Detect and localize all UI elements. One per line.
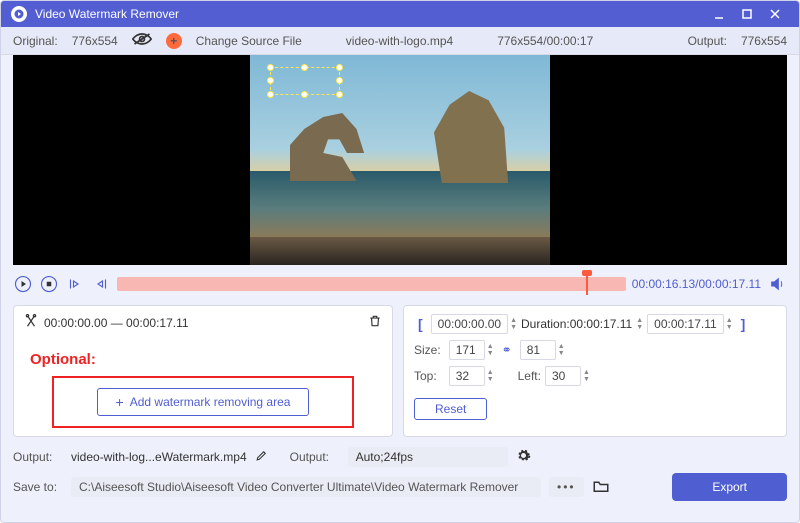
volume-button[interactable] [767,274,787,294]
reset-button[interactable]: Reset [414,398,487,420]
resize-handle[interactable] [336,91,343,98]
output-label: Output: [688,34,727,48]
titlebar: Video Watermark Remover [1,1,799,27]
width-input[interactable]: 171 [449,340,485,360]
left-spinner[interactable]: ▲▼ [583,369,590,383]
end-time-spinner[interactable]: ▲▼ [726,317,733,331]
top-label: Top: [414,369,441,383]
size-label: Size: [414,343,441,357]
height-spinner[interactable]: ▲▼ [558,343,565,357]
duration-spinner[interactable]: ▲▼ [636,317,643,331]
output-format-field[interactable]: Auto;24fps [348,447,508,467]
resize-handle[interactable] [336,64,343,71]
add-watermark-area-button[interactable]: + Add watermark removing area [97,388,310,416]
add-source-icon[interactable]: + [166,33,182,49]
properties-panel: [ 00:00:00.00 ▲▼ Duration:00:00:17.11 ▲▼… [403,305,787,437]
duration-label: Duration:00:00:17.11 [521,317,632,331]
source-dimensions-duration: 776x554/00:00:17 [497,34,593,48]
output-file-label: Output: [13,450,63,464]
save-to-label: Save to: [13,480,63,494]
footer-bar: Output: video-with-log...eWatermark.mp4 … [1,445,799,511]
output-settings-icon[interactable] [516,448,531,466]
top-input[interactable]: 32 [449,366,485,386]
top-spinner[interactable]: ▲▼ [487,369,494,383]
video-preview[interactable] [250,55,550,265]
resize-handle[interactable] [267,77,274,84]
left-label: Left: [518,369,541,383]
app-logo-icon [11,6,27,22]
preview-toggle-icon[interactable] [132,32,152,49]
original-label: Original: [13,34,58,48]
video-preview-area [13,55,787,265]
end-time-input[interactable]: 00:00:17.11 [647,314,724,334]
change-source-link[interactable]: Change Source File [196,34,302,48]
output-size: 776x554 [741,34,787,48]
panels-row: 00:00:00.00 — 00:00:17.11 Optional: + Ad… [1,305,799,445]
optional-label: Optional: [30,351,382,368]
clip-range: 00:00:00.00 — 00:00:17.11 [44,316,189,330]
resize-handle[interactable] [301,64,308,71]
clip-item[interactable]: 00:00:00.00 — 00:00:17.11 [24,314,382,335]
stop-button[interactable] [39,274,59,294]
resize-handle[interactable] [267,64,274,71]
output-filename: video-with-log...eWatermark.mp4 [71,450,247,464]
aspect-lock-icon[interactable]: ⚭ [498,343,516,357]
open-folder-icon[interactable] [592,478,610,497]
set-start-button[interactable] [65,274,85,294]
resize-handle[interactable] [267,91,274,98]
height-input[interactable]: 81 [520,340,556,360]
watermark-selection-box[interactable] [270,67,340,95]
width-spinner[interactable]: ▲▼ [487,343,494,357]
rename-output-icon[interactable] [255,449,268,465]
app-window: Video Watermark Remover Original: 776x55… [0,0,800,523]
plus-icon: + [116,394,124,410]
start-time-input[interactable]: 00:00:00.00 [431,314,508,334]
transport-bar: 00:00:16.13/00:00:17.11 [13,269,787,299]
output-format-label: Output: [290,450,340,464]
set-end-button[interactable] [91,274,111,294]
range-end-bracket-icon[interactable]: ] [737,316,750,332]
resize-handle[interactable] [301,91,308,98]
annotation-highlight: + Add watermark removing area [52,376,354,428]
playhead-marker[interactable] [586,273,588,295]
left-input[interactable]: 30 [545,366,581,386]
clip-list-panel: 00:00:00.00 — 00:00:17.11 Optional: + Ad… [13,305,393,437]
source-filename: video-with-logo.mp4 [346,34,453,48]
clip-edit-icon[interactable] [24,314,38,331]
play-button[interactable] [13,274,33,294]
original-size: 776x554 [72,34,118,48]
start-time-spinner[interactable]: ▲▼ [510,317,517,331]
browse-path-button[interactable]: ••• [549,477,584,497]
maximize-button[interactable] [733,1,761,27]
minimize-button[interactable] [705,1,733,27]
window-title: Video Watermark Remover [35,7,705,21]
close-button[interactable] [761,1,789,27]
resize-handle[interactable] [336,77,343,84]
export-button[interactable]: Export [672,473,787,501]
timecode-display: 00:00:16.13/00:00:17.11 [632,277,761,291]
range-start-bracket-icon[interactable]: [ [414,316,427,332]
source-info-bar: Original: 776x554 + Change Source File v… [1,27,799,55]
save-path-field[interactable]: C:\Aiseesoft Studio\Aiseesoft Video Conv… [71,477,541,497]
delete-clip-icon[interactable] [368,314,382,331]
add-watermark-label: Add watermark removing area [130,395,291,409]
timeline-track[interactable] [117,277,626,291]
